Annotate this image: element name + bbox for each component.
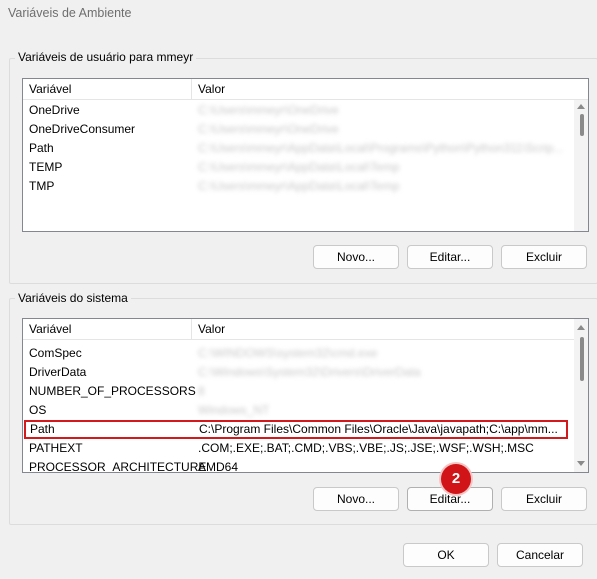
user-variables-label: Variáveis de usuário para mmeyr [15,50,197,64]
user-delete-button[interactable]: Excluir [501,245,587,269]
system-variables-list[interactable]: Variável Valor ComSpec C:\WINDOWS\system3… [22,318,589,473]
variable-value: C:\Users\mmeyr\OneDrive [198,103,339,117]
variable-name: DriverData [29,365,87,379]
list-item[interactable]: OneDriveConsumer C:\Users\mmeyr\OneDrive [23,120,574,139]
list-item[interactable]: Path C:\Program Files\Common Files\Oracle… [24,420,568,439]
variable-name: OS [29,403,47,417]
scroll-down-arrow-icon[interactable] [577,461,585,466]
column-header-variable[interactable]: Variável [23,319,192,339]
variable-name: ComSpec [29,346,82,360]
variable-value: C:\Users\mmeyr\AppData\Local\Programs\Py… [198,141,564,155]
system-delete-button[interactable]: Excluir [501,487,587,511]
cancel-button[interactable]: Cancelar [497,543,583,567]
variable-name: Path [29,141,54,155]
list-item[interactable]: OS Windows_NT [23,401,574,420]
column-header-value[interactable]: Valor [192,79,225,99]
user-list-scrollbar[interactable] [574,100,588,231]
variable-value: C:\Windows\System32\Drivers\DriverData [198,365,421,379]
user-variables-list[interactable]: Variável Valor OneDrive C:\Users\mmeyr\On… [22,78,589,232]
scroll-thumb[interactable] [580,114,584,136]
variable-name: TMP [29,179,55,193]
list-item[interactable]: PROCESSOR_ARCHITECTURE AMD64 [23,458,574,473]
system-new-button[interactable]: Novo... [313,487,399,511]
list-item[interactable]: ComSpec C:\WINDOWS\system32\cmd.exe [23,344,574,363]
variable-value: C:\WINDOWS\system32\cmd.exe [198,346,378,360]
scroll-up-arrow-icon[interactable] [577,104,585,109]
list-item[interactable]: NUMBER_OF_PROCESSORS 8 [23,382,574,401]
list-item[interactable]: Path C:\Users\mmeyr\AppData\Local\Program… [23,139,574,158]
variable-name: NUMBER_OF_PROCESSORS [29,384,196,398]
variable-name: OneDriveConsumer [29,122,136,136]
variable-name: TEMP [29,160,63,174]
variable-value: .COM;.EXE;.BAT;.CMD;.VBS;.VBE;.JS;.JSE;.… [198,441,534,455]
list-item[interactable]: OneDrive C:\Users\mmeyr\OneDrive [23,101,574,120]
list-item[interactable]: PATHEXT .COM;.EXE;.BAT;.CMD;.VBS;.VBE;.JS… [23,439,574,458]
list-item[interactable]: TMP C:\Users\mmeyr\AppData\Local\Temp [23,177,574,196]
list-item[interactable]: DriverData C:\Windows\System32\Drivers\Dr… [23,363,574,382]
user-list-header: Variável Valor [23,79,588,100]
column-header-value[interactable]: Valor [192,319,225,339]
window-title: Variáveis de Ambiente [8,6,132,20]
user-edit-button[interactable]: Editar... [407,245,493,269]
variable-name: PROCESSOR_ARCHITECTURE [29,460,207,473]
variable-name: PATHEXT [29,441,83,455]
variable-value: AMD64 [198,460,239,473]
system-list-scrollbar[interactable] [574,319,588,472]
list-item[interactable]: TEMP C:\Users\mmeyr\AppData\Local\Temp [23,158,574,177]
scroll-thumb[interactable] [580,337,584,381]
system-list-header: Variável Valor [23,319,588,340]
variable-value: Windows_NT [198,403,270,417]
variable-value: 8 [198,384,205,398]
variable-name: Path [30,422,55,436]
variable-value: C:\Users\mmeyr\AppData\Local\Temp [198,179,400,193]
ok-button[interactable]: OK [403,543,489,567]
variable-name: OneDrive [29,103,80,117]
system-variables-label: Variáveis do sistema [15,291,131,305]
column-header-variable[interactable]: Variável [23,79,192,99]
variable-value: C:\Program Files\Common Files\Oracle\Jav… [199,422,558,436]
step-number-badge: 2 [441,464,471,494]
scroll-up-arrow-icon[interactable] [577,325,585,330]
user-new-button[interactable]: Novo... [313,245,399,269]
variable-value: C:\Users\mmeyr\AppData\Local\Temp [198,160,400,174]
variable-value: C:\Users\mmeyr\OneDrive [198,122,339,136]
